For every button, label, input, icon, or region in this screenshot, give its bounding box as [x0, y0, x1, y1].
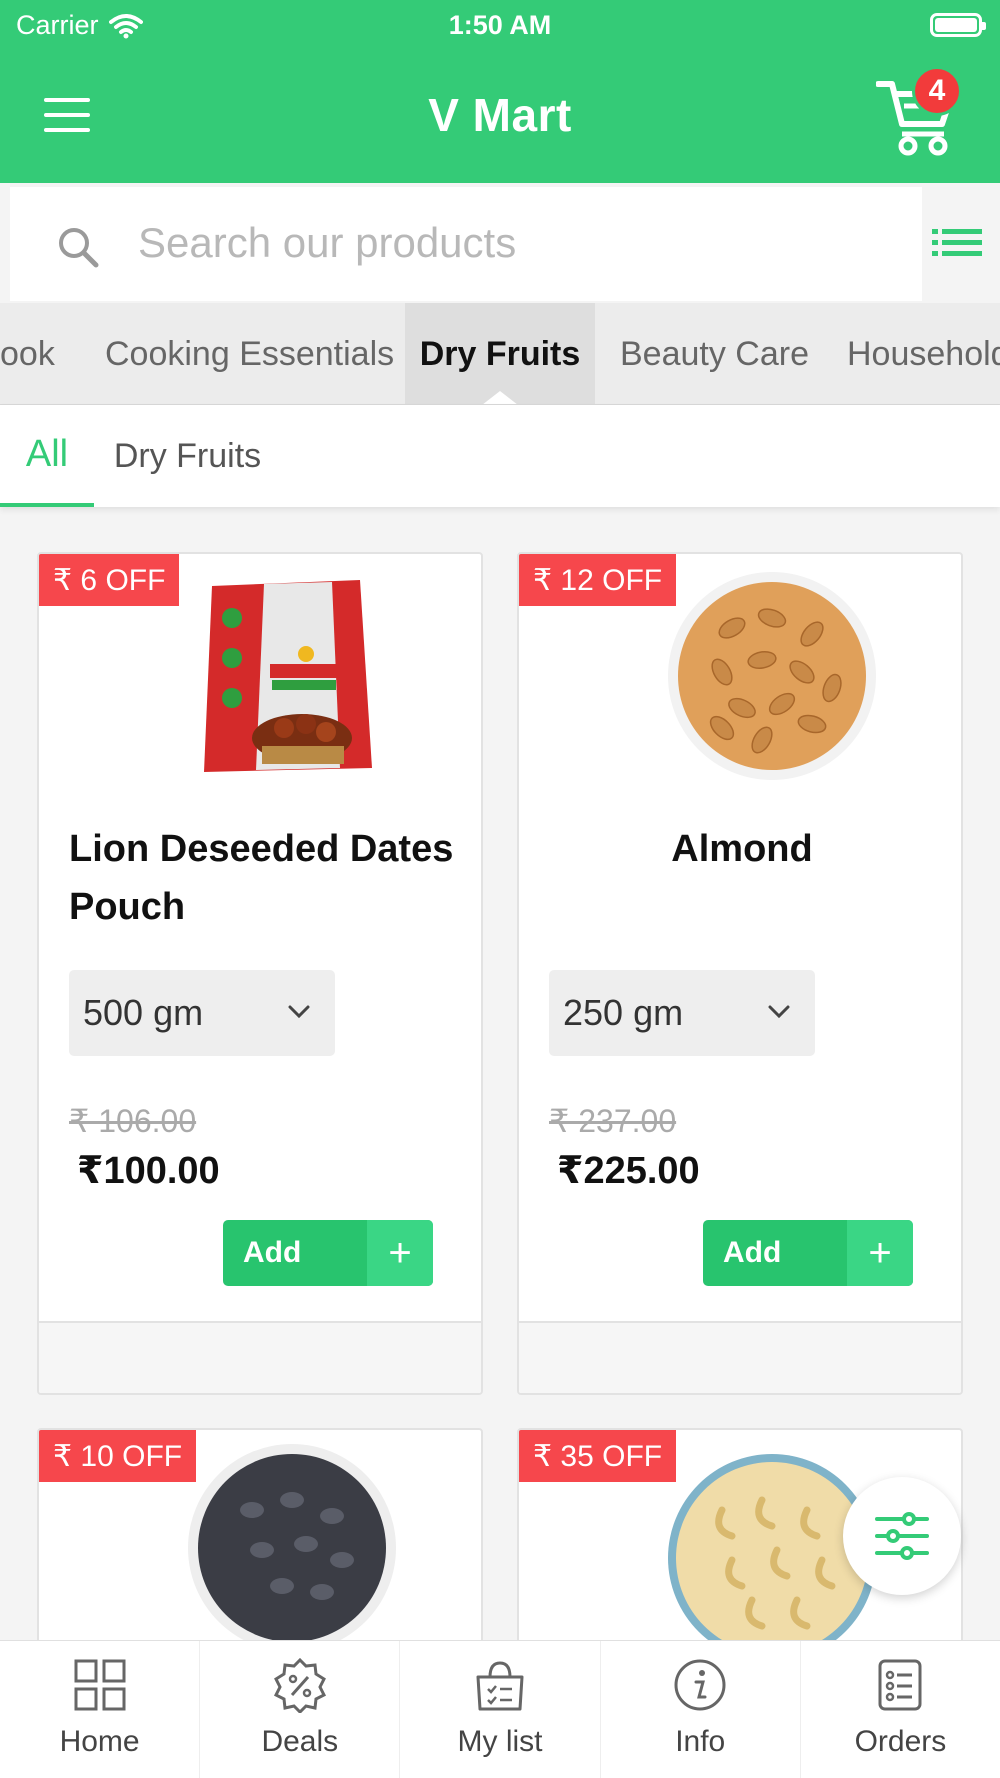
- search-box: [10, 187, 922, 301]
- app-title: V Mart: [428, 89, 572, 141]
- deals-badge-icon: [273, 1657, 326, 1713]
- plus-icon: +: [367, 1220, 433, 1286]
- product-image-almond: [668, 572, 876, 780]
- nav-home[interactable]: Home: [0, 1641, 201, 1778]
- search-input[interactable]: [138, 215, 898, 271]
- plus-icon: +: [847, 1220, 913, 1286]
- nav-label: Deals: [261, 1725, 339, 1758]
- search-bar: [0, 183, 1000, 301]
- card-footer: [519, 1321, 961, 1393]
- nav-label: Orders: [854, 1725, 947, 1758]
- nav-label: My list: [457, 1725, 543, 1758]
- product-card[interactable]: ₹ 6 OFF Lion Deseeded Dates Pouch 500 gm…: [37, 552, 483, 1395]
- search-icon: [59, 228, 99, 268]
- tab-sub-dry-fruits[interactable]: Dry Fruits: [110, 405, 265, 507]
- product-card[interactable]: ₹ 12 OFF Almond 250 gm ₹ 237.00 ₹225.00 …: [517, 552, 963, 1395]
- nav-label: Info: [675, 1725, 726, 1758]
- add-to-cart-button[interactable]: Add +: [703, 1220, 913, 1286]
- sale-price: ₹225.00: [557, 1150, 700, 1192]
- tab-category-household[interactable]: Household: [847, 303, 1000, 404]
- tab-category-cooking-essentials[interactable]: Cooking Essentials: [105, 303, 394, 404]
- orders-list-icon: [878, 1659, 922, 1711]
- product-image-raisins: [188, 1444, 396, 1652]
- size-value: 500 gm: [83, 992, 204, 1033]
- chevron-down-icon: [768, 1005, 790, 1019]
- shopping-list-bag-icon: [476, 1661, 524, 1711]
- product-name: Lion Deseeded Dates Pouch: [69, 828, 454, 928]
- filter-button[interactable]: [843, 1477, 961, 1595]
- bottom-navigation: Home Deals My list Info Orders: [0, 1640, 1000, 1778]
- size-value: 250 gm: [563, 992, 684, 1033]
- nav-orders[interactable]: Orders: [801, 1641, 1000, 1778]
- subcategory-tabs: All Dry Fruits: [0, 405, 1000, 507]
- status-time: 1:50 AM: [448, 10, 552, 40]
- nav-label: Home: [59, 1725, 140, 1758]
- tab-category-0[interactable]: ook: [0, 303, 60, 404]
- tab-sub-all[interactable]: All: [0, 405, 94, 507]
- add-to-cart-button[interactable]: Add +: [223, 1220, 433, 1286]
- category-tabs: ook Cooking Essentials Dry Fruits Beauty…: [0, 303, 1000, 405]
- tab-category-beauty-care[interactable]: Beauty Care: [620, 303, 809, 404]
- discount-badge: ₹ 35 OFF: [519, 1430, 677, 1482]
- home-grid-icon: [74, 1659, 126, 1711]
- size-dropdown[interactable]: 500 gm: [69, 970, 335, 1056]
- discount-badge: ₹ 10 OFF: [39, 1430, 197, 1482]
- product-name: Almond: [671, 828, 813, 870]
- original-price: ₹ 237.00: [549, 1103, 677, 1139]
- app-header: Carrier 1:50 AM V Mart 4: [0, 0, 1000, 183]
- filter-sliders-icon: [875, 1512, 929, 1560]
- discount-badge: ₹ 6 OFF: [39, 554, 180, 606]
- discount-badge: ₹ 12 OFF: [519, 554, 677, 606]
- tab-category-dry-fruits[interactable]: Dry Fruits: [405, 303, 595, 404]
- cart-count-badge: 4: [912, 66, 962, 116]
- nav-deals[interactable]: Deals: [200, 1641, 401, 1778]
- cart-button[interactable]: 4: [875, 66, 962, 156]
- add-label: Add: [723, 1236, 782, 1269]
- card-footer: [39, 1321, 481, 1393]
- size-dropdown[interactable]: 250 gm: [549, 970, 815, 1056]
- list-view-icon[interactable]: [932, 225, 982, 261]
- sale-price: ₹100.00: [77, 1150, 220, 1192]
- nav-info[interactable]: Info: [601, 1641, 801, 1778]
- product-image-dates: [204, 580, 372, 772]
- battery-icon: [930, 13, 986, 37]
- nav-my-list[interactable]: My list: [400, 1641, 601, 1778]
- chevron-down-icon: [288, 1005, 310, 1019]
- add-label: Add: [243, 1236, 302, 1269]
- original-price: ₹ 106.00: [69, 1103, 197, 1139]
- status-bar: Carrier 1:50 AM: [0, 0, 1000, 50]
- info-icon: [674, 1659, 726, 1711]
